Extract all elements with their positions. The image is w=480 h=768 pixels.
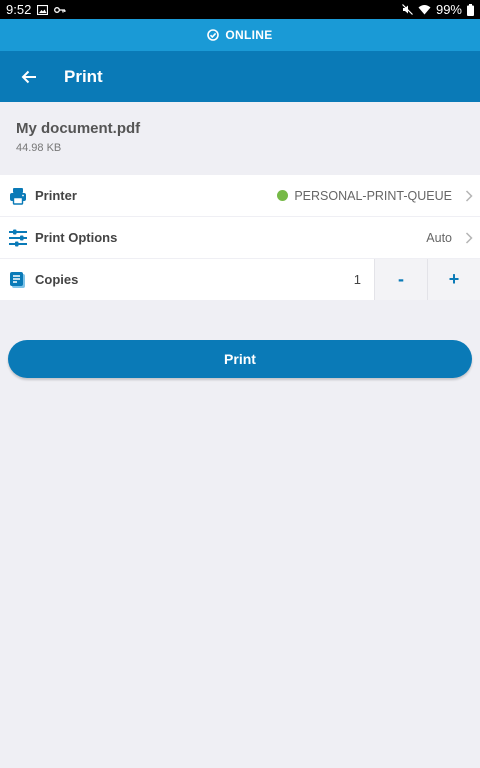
sliders-icon <box>0 229 35 247</box>
copies-label: Copies <box>35 272 79 287</box>
connection-status-bar: ONLINE <box>0 19 480 51</box>
mute-icon <box>402 4 413 15</box>
arrow-left-icon <box>21 70 37 84</box>
status-time: 9:52 <box>6 2 32 17</box>
document-name: My document.pdf <box>16 120 141 137</box>
key-icon <box>54 6 66 14</box>
print-button[interactable]: Print <box>8 340 472 378</box>
document-info: My document.pdf 44.98 KB <box>16 120 140 154</box>
printer-icon <box>0 187 35 205</box>
copies-row: Copies 1 - + <box>0 259 480 300</box>
chevron-right-icon <box>458 231 480 244</box>
print-options-value: Auto <box>426 230 452 245</box>
printer-label: Printer <box>35 188 77 203</box>
decrement-copies-button[interactable]: - <box>374 259 427 300</box>
copies-value: 1 <box>353 272 361 287</box>
battery-percent: 99% <box>435 2 462 17</box>
copies-icon <box>0 271 35 289</box>
print-options-row[interactable]: Print Options Auto <box>0 217 480 258</box>
chevron-right-icon <box>458 189 480 202</box>
printer-status-dot <box>277 190 289 201</box>
check-circle-icon <box>207 29 220 41</box>
printer-value: PERSONAL-PRINT-QUEUE <box>294 188 452 203</box>
back-button[interactable] <box>0 51 58 102</box>
page-title: Print <box>64 66 103 86</box>
increment-copies-button[interactable]: + <box>427 259 480 300</box>
status-bar: 9:52 99% <box>0 0 480 19</box>
wifi-icon <box>418 4 431 15</box>
printer-row[interactable]: Printer PERSONAL-PRINT-QUEUE <box>0 175 480 216</box>
print-options-label: Print Options <box>35 230 118 245</box>
connection-status-label: ONLINE <box>225 28 273 42</box>
battery-icon <box>467 3 474 16</box>
app-bar: Print <box>0 51 480 102</box>
image-icon <box>37 4 49 15</box>
document-size: 44.98 KB <box>16 142 62 154</box>
